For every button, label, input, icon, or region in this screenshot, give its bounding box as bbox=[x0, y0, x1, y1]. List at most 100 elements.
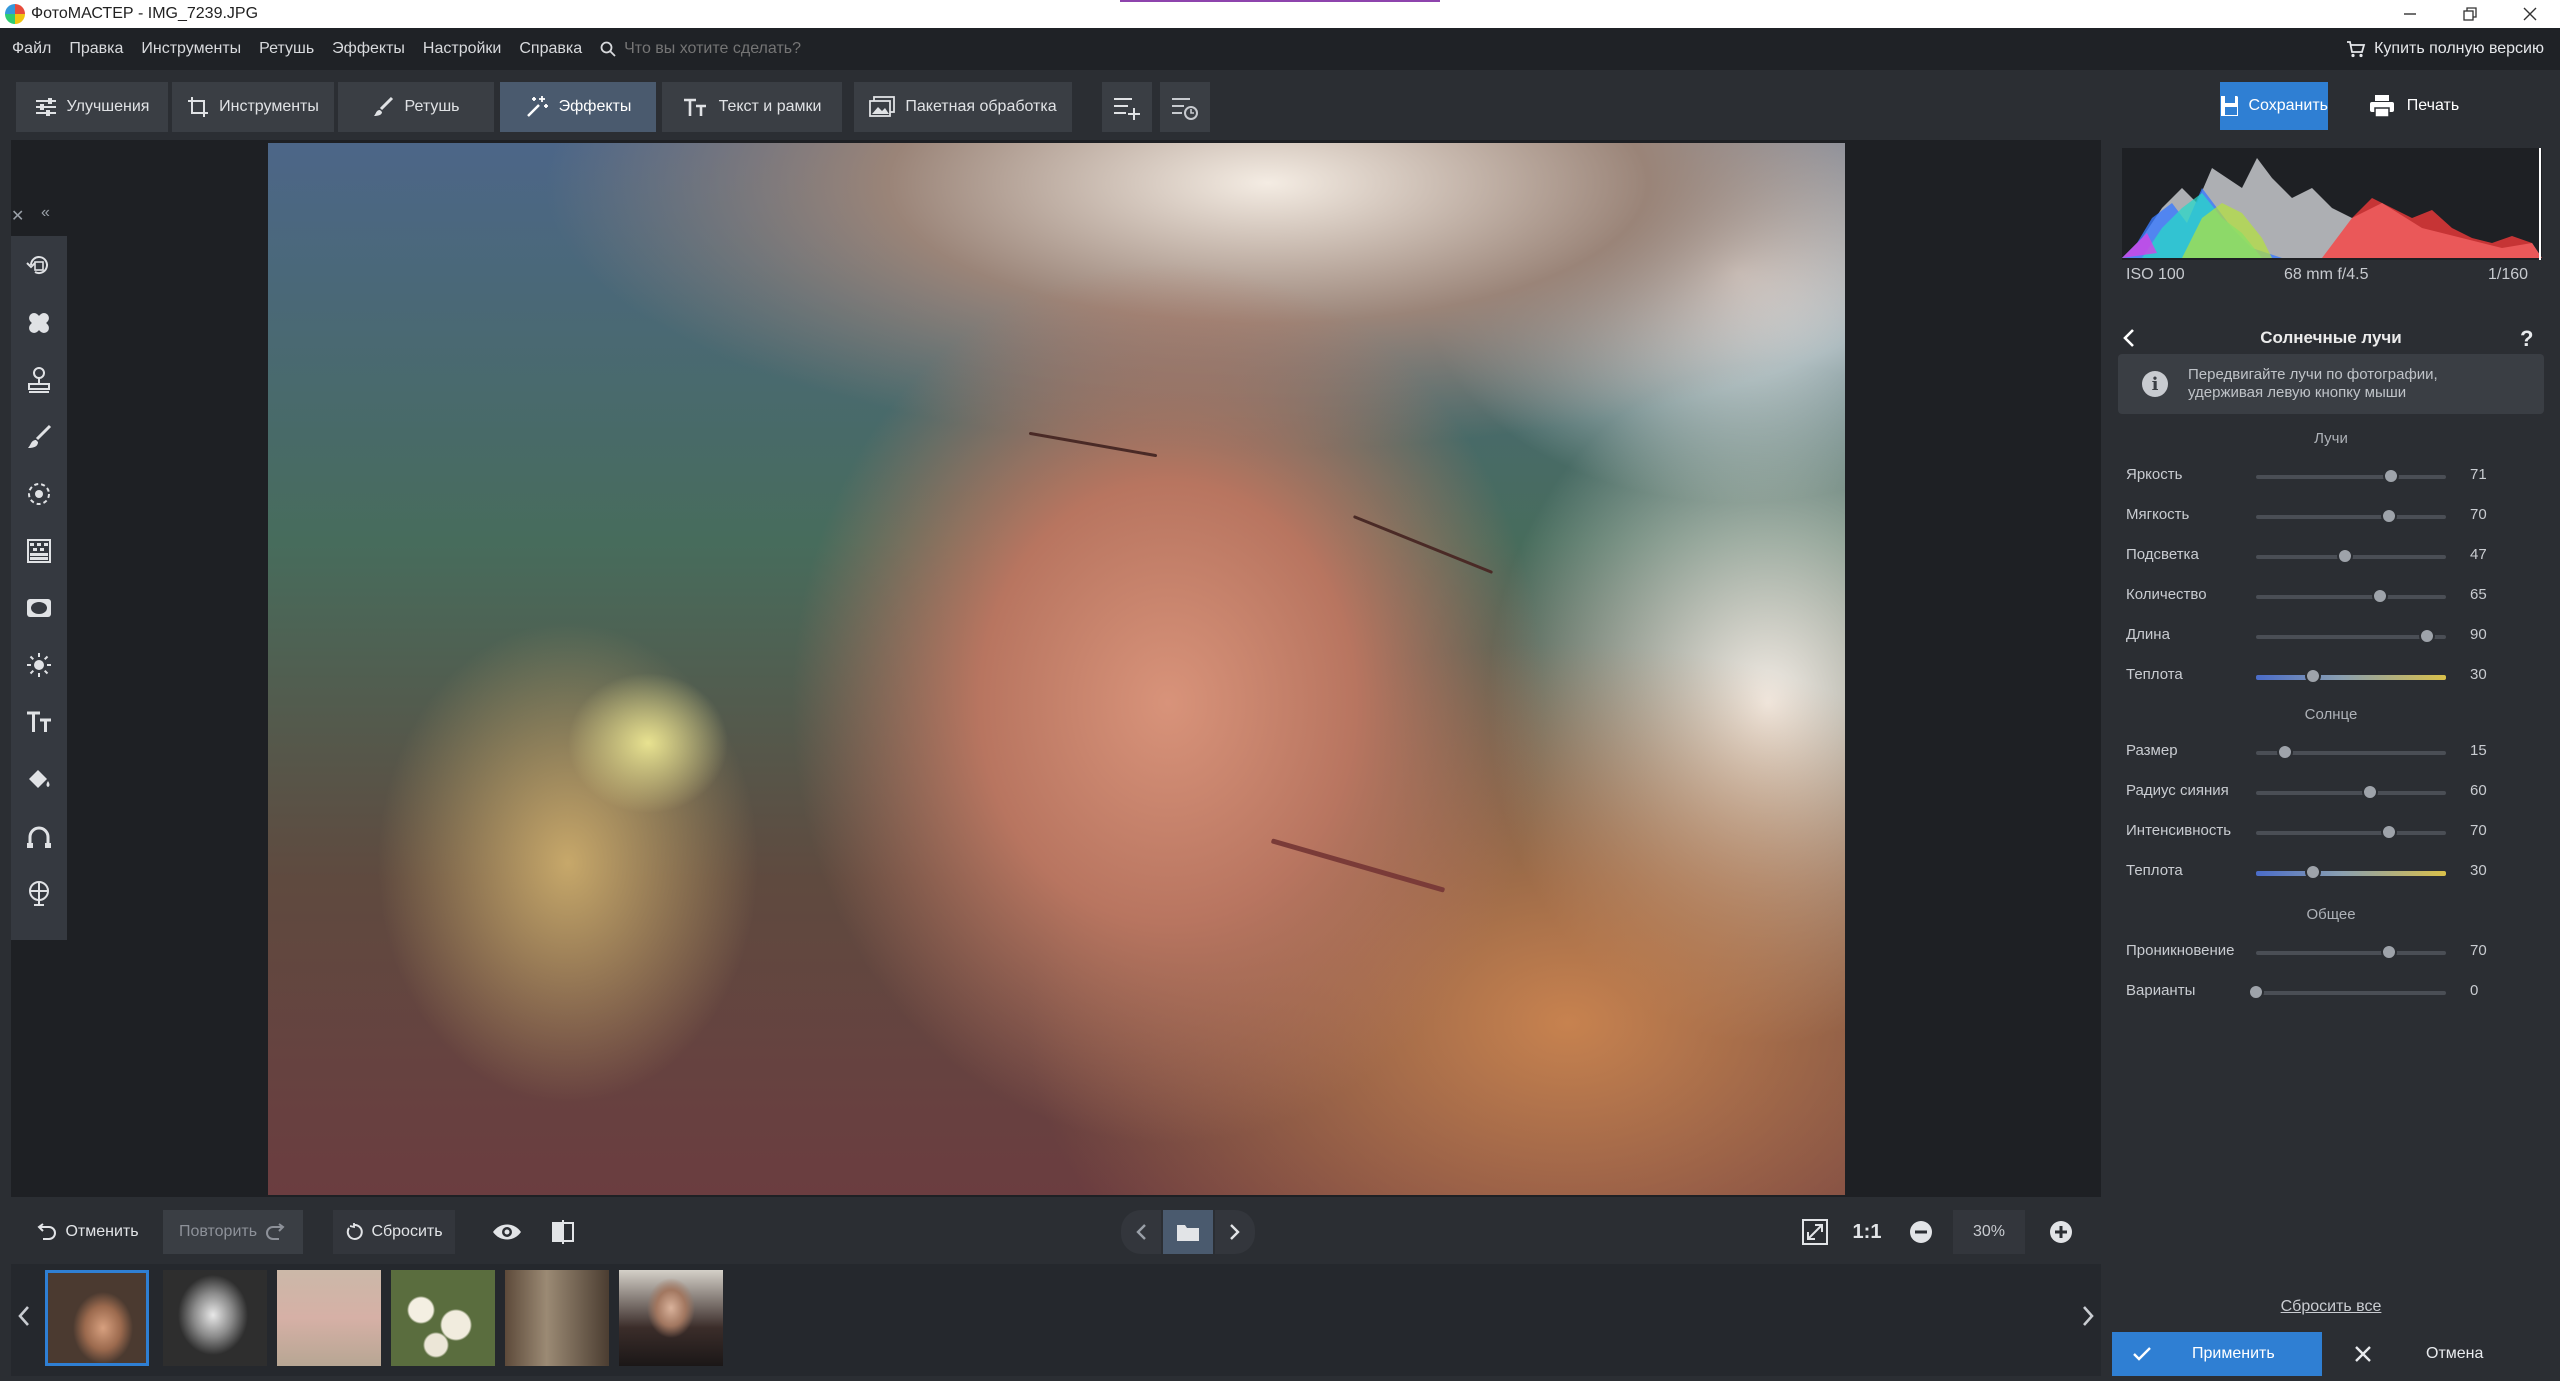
zoom-in-button[interactable] bbox=[2041, 1210, 2081, 1254]
cancel-button[interactable]: Отмена bbox=[2334, 1332, 2544, 1376]
curve-tool[interactable] bbox=[25, 822, 53, 850]
zoom-out-button[interactable] bbox=[1901, 1210, 1941, 1254]
vignette-tool[interactable] bbox=[25, 594, 53, 622]
slider-handle[interactable] bbox=[2305, 864, 2321, 880]
filmstrip-next-button[interactable] bbox=[2081, 1304, 2095, 1328]
filmstrip-prev-button[interactable] bbox=[17, 1304, 31, 1328]
radial-filter-tool[interactable] bbox=[25, 480, 53, 508]
slider-track[interactable] bbox=[2256, 831, 2446, 835]
gradient-filter-tool[interactable] bbox=[25, 537, 53, 565]
thumbnail[interactable] bbox=[619, 1270, 723, 1366]
close-window-button[interactable] bbox=[2500, 0, 2560, 28]
chevron-right-icon bbox=[1230, 1224, 1240, 1240]
next-photo-button[interactable] bbox=[1215, 1210, 1255, 1254]
thumbnail[interactable] bbox=[45, 1270, 149, 1366]
photo-detail bbox=[1352, 515, 1494, 574]
slider-handle[interactable] bbox=[2362, 784, 2378, 800]
slider-track[interactable] bbox=[2256, 475, 2446, 479]
collapse-toolbar-icon[interactable]: « bbox=[41, 204, 50, 222]
healing-tool[interactable] bbox=[25, 309, 53, 337]
back-button[interactable] bbox=[2122, 328, 2136, 348]
menu-tools[interactable]: Инструменты bbox=[141, 40, 241, 58]
menu-effects[interactable]: Эффекты bbox=[332, 40, 405, 58]
reset-all-link[interactable]: Сбросить все bbox=[2112, 1298, 2550, 1316]
rotate-tool[interactable] bbox=[25, 252, 53, 280]
slider-row: Мягкость 70 bbox=[2112, 500, 2550, 532]
undo-button[interactable]: Отменить bbox=[19, 1210, 155, 1254]
slider-track[interactable] bbox=[2256, 871, 2446, 876]
slider-label: Теплота bbox=[2126, 862, 2183, 879]
slider-handle[interactable] bbox=[2337, 548, 2354, 564]
slider-handle[interactable] bbox=[2381, 824, 2397, 840]
slider-handle[interactable] bbox=[2371, 588, 2388, 604]
preview-eye-button[interactable] bbox=[485, 1210, 529, 1254]
menu-file[interactable]: Файл bbox=[12, 40, 51, 58]
thumbnail[interactable] bbox=[505, 1270, 609, 1366]
save-icon bbox=[2221, 96, 2239, 116]
slider-row: Интенсивность 70 bbox=[2112, 816, 2550, 848]
slider-label: Теплота bbox=[2126, 666, 2183, 683]
save-button[interactable]: Сохранить bbox=[2220, 82, 2328, 130]
tab-text-and-frames[interactable]: Текст и рамки bbox=[662, 82, 842, 132]
slider-handle[interactable] bbox=[2276, 744, 2293, 760]
zoom-level-field[interactable]: 30% bbox=[1953, 1210, 2025, 1254]
fill-tool[interactable] bbox=[25, 765, 53, 793]
menu-help[interactable]: Справка bbox=[519, 40, 582, 58]
tab-batch-processing[interactable]: Пакетная обработка bbox=[854, 82, 1072, 132]
thumbnail[interactable] bbox=[163, 1270, 267, 1366]
gradient-filter-icon bbox=[27, 539, 51, 563]
text-tool[interactable] bbox=[25, 708, 53, 736]
open-folder-button[interactable] bbox=[1163, 1210, 1213, 1254]
restore-button[interactable] bbox=[2440, 0, 2500, 28]
slider-track[interactable] bbox=[2256, 515, 2446, 519]
help-button[interactable]: ? bbox=[2520, 326, 2533, 352]
search-input[interactable] bbox=[624, 40, 925, 58]
slider-track[interactable] bbox=[2256, 675, 2446, 680]
reset-button[interactable]: Сбросить bbox=[333, 1210, 455, 1254]
thumbnail[interactable] bbox=[391, 1270, 495, 1366]
slider-track[interactable] bbox=[2256, 951, 2446, 955]
slider-handle[interactable] bbox=[2382, 468, 2399, 484]
slider-handle[interactable] bbox=[2381, 508, 2397, 524]
brush-tool[interactable] bbox=[25, 423, 53, 451]
print-button[interactable]: Печать bbox=[2344, 82, 2484, 130]
redo-button[interactable]: Повторить bbox=[163, 1210, 303, 1254]
slider-handle[interactable] bbox=[2381, 944, 2397, 960]
tab-effects[interactable]: Эффекты bbox=[500, 82, 656, 132]
stamp-tool[interactable] bbox=[25, 366, 53, 394]
globe-tool[interactable] bbox=[25, 879, 53, 907]
thumbnail[interactable] bbox=[277, 1270, 381, 1366]
slider-track[interactable] bbox=[2256, 635, 2446, 639]
presets-history-button[interactable] bbox=[1160, 82, 1210, 132]
previous-photo-button[interactable] bbox=[1121, 1210, 1161, 1254]
tab-tools[interactable]: Инструменты bbox=[172, 82, 334, 132]
fit-to-screen-button[interactable] bbox=[1793, 1210, 1837, 1254]
slider-track[interactable] bbox=[2256, 991, 2446, 995]
close-toolbar-icon[interactable]: ✕ bbox=[11, 206, 24, 226]
photo-preview[interactable] bbox=[268, 143, 1845, 1195]
slider-value: 60 bbox=[2470, 782, 2487, 799]
brush-icon bbox=[374, 96, 394, 116]
menu-retouch[interactable]: Ретушь bbox=[259, 40, 314, 58]
slider-label: Проникновение bbox=[2126, 942, 2235, 959]
add-preset-button[interactable] bbox=[1102, 82, 1152, 132]
tab-retouch[interactable]: Ретушь bbox=[338, 82, 494, 132]
zoom-1to1-button[interactable]: 1:1 bbox=[1845, 1210, 1889, 1254]
text-icon bbox=[27, 711, 51, 732]
slider-handle[interactable] bbox=[2419, 628, 2435, 644]
minimize-button[interactable] bbox=[2380, 0, 2440, 28]
slider-track[interactable] bbox=[2256, 791, 2446, 795]
slider-handle[interactable] bbox=[2248, 984, 2264, 1000]
buy-full-version-link[interactable]: Купить полную версию bbox=[2346, 28, 2544, 70]
slider-track[interactable] bbox=[2256, 595, 2446, 599]
effect-settings-panel: ISO 100 68 mm f/4.5 1/160 Солнечные лучи… bbox=[2112, 140, 2550, 1380]
menu-settings[interactable]: Настройки bbox=[423, 40, 501, 58]
light-tool[interactable] bbox=[25, 651, 53, 679]
compare-button[interactable] bbox=[541, 1210, 585, 1254]
tab-enhancements[interactable]: Улучшения bbox=[16, 82, 168, 132]
effect-title: Солнечные лучи bbox=[2112, 320, 2550, 356]
crop-icon bbox=[188, 97, 209, 117]
apply-button[interactable]: Применить bbox=[2112, 1332, 2322, 1376]
menu-edit[interactable]: Правка bbox=[69, 40, 123, 58]
slider-handle[interactable] bbox=[2305, 668, 2321, 684]
